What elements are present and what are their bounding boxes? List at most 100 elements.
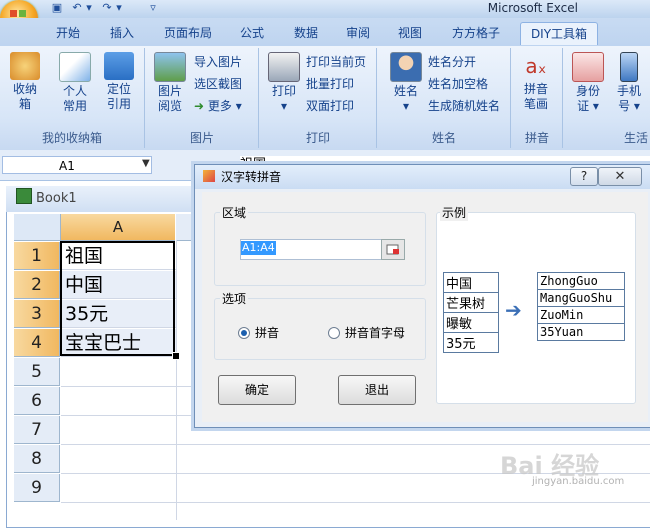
more-button[interactable]: ➜ 更多 ▾ bbox=[194, 96, 242, 116]
tab-formulas[interactable]: 公式 bbox=[232, 22, 272, 44]
range-value: A1:A4 bbox=[241, 241, 276, 255]
chevron-down-icon: ▾ bbox=[280, 99, 288, 113]
locate-reference-button[interactable]: 定位 引用 bbox=[98, 52, 140, 112]
printer-icon bbox=[268, 52, 300, 82]
duplex-print-button[interactable]: 双面打印 bbox=[306, 96, 354, 116]
save-icon[interactable]: ▣ bbox=[50, 1, 64, 15]
picture-view-button[interactable]: 图片 阅览 bbox=[150, 52, 190, 114]
excel-workbook-icon bbox=[16, 188, 32, 204]
random-name-button[interactable]: 生成随机姓名 bbox=[428, 96, 500, 116]
range-picker-icon bbox=[386, 244, 399, 255]
person-icon bbox=[390, 52, 422, 82]
example-label: 示例 bbox=[440, 204, 469, 221]
example-input-cell: 曝敏 bbox=[443, 312, 499, 333]
column-header-a[interactable]: A bbox=[61, 214, 175, 241]
id-card-icon bbox=[572, 52, 604, 82]
tab-view[interactable]: 视图 bbox=[390, 22, 430, 44]
redo-dropdown-icon[interactable]: ▾ bbox=[112, 1, 126, 15]
arrow-right-icon: ➜ bbox=[194, 99, 205, 113]
example-output-cell: ZhongGuo bbox=[537, 272, 625, 290]
grid-line bbox=[61, 444, 650, 445]
example-input-cell: 中国 bbox=[443, 272, 499, 293]
exit-button[interactable]: 退出 bbox=[338, 375, 416, 405]
undo-dropdown-icon[interactable]: ▾ bbox=[82, 1, 96, 15]
range-select-button[interactable] bbox=[381, 239, 405, 260]
dialog-app-icon bbox=[203, 170, 215, 182]
id-card-button[interactable]: 身份 证 ▾ bbox=[568, 52, 608, 114]
example-output-cell: MangGuoShu bbox=[537, 289, 625, 307]
tab-page-layout[interactable]: 页面布局 bbox=[156, 22, 220, 44]
name-box-dropdown-icon[interactable]: ▼ bbox=[142, 158, 150, 169]
radio-initials[interactable] bbox=[328, 327, 340, 339]
name-button[interactable]: 姓名 ▾ bbox=[386, 52, 426, 114]
row-header[interactable]: 8 bbox=[14, 445, 60, 473]
help-button[interactable]: ? bbox=[570, 167, 598, 186]
example-input-table: 中国 芒果树 曝敏 35元 bbox=[443, 272, 499, 353]
radio-pinyin[interactable] bbox=[238, 327, 250, 339]
example-output-table: ZhongGuo MangGuoShu ZuoMin 35Yuan bbox=[537, 272, 625, 341]
row-header[interactable]: 4 bbox=[14, 329, 60, 357]
storage-button[interactable]: 收纳 箱 bbox=[4, 52, 46, 112]
example-input-cell: 芒果树 bbox=[443, 292, 499, 313]
fill-handle[interactable] bbox=[172, 352, 180, 360]
example-output-cell: 35Yuan bbox=[537, 323, 625, 341]
phone-number-button[interactable]: 手机 号 ▾ bbox=[610, 52, 648, 114]
storage-box-icon bbox=[10, 52, 40, 80]
dialog-title: 汉字转拼音 bbox=[221, 170, 282, 184]
workbook-title-bar: Book1 bbox=[6, 186, 196, 212]
pinyin-icon: aₓ bbox=[525, 54, 547, 78]
print-button[interactable]: 打印 ▾ bbox=[264, 52, 304, 114]
tab-home[interactable]: 开始 bbox=[48, 22, 88, 44]
group-label-print: 打印 bbox=[305, 131, 330, 145]
print-current-page-button[interactable]: 打印当前页 bbox=[306, 52, 366, 72]
close-icon[interactable]: ✕ bbox=[598, 167, 642, 186]
ok-button[interactable]: 确定 bbox=[218, 375, 296, 405]
row-header[interactable]: 5 bbox=[14, 358, 60, 386]
pinyin-stroke-button[interactable]: aₓ 拼音 笔画 bbox=[514, 52, 558, 112]
example-output-cell: ZuoMin bbox=[537, 306, 625, 324]
radio-initials-label: 拼音首字母 bbox=[345, 326, 406, 340]
customize-qat-icon[interactable]: ▿ bbox=[146, 1, 160, 15]
screenshot-button[interactable]: 选区截图 bbox=[194, 74, 242, 94]
tab-fangfang[interactable]: 方方格子 bbox=[444, 22, 508, 44]
tab-diy-toolbox[interactable]: DIY工具箱 bbox=[520, 22, 598, 45]
chevron-down-icon: ▾ bbox=[235, 99, 242, 113]
grid-line bbox=[176, 240, 177, 520]
split-name-button[interactable]: 姓名分开 bbox=[428, 52, 476, 72]
row-header[interactable]: 3 bbox=[14, 300, 60, 328]
range-label: 区域 bbox=[220, 204, 249, 221]
personal-common-button[interactable]: 个人 常用 bbox=[54, 52, 96, 114]
row-header[interactable]: 2 bbox=[14, 271, 60, 299]
tab-insert[interactable]: 插入 bbox=[100, 22, 144, 44]
picture-icon bbox=[154, 52, 186, 82]
group-label-pinyin: 拼音 bbox=[524, 131, 549, 145]
example-input-cell: 35元 bbox=[443, 332, 499, 353]
tab-review[interactable]: 审阅 bbox=[338, 22, 378, 44]
row-header[interactable]: 6 bbox=[14, 387, 60, 415]
app-title: Microsoft Excel bbox=[487, 1, 578, 15]
group-label-storage: 我的收纳箱 bbox=[41, 131, 102, 145]
selection-border bbox=[60, 241, 175, 356]
watermark-url: jingyan.baidu.com bbox=[532, 476, 625, 487]
mobile-phone-icon bbox=[620, 52, 638, 82]
options-label: 选项 bbox=[220, 290, 249, 307]
radio-pinyin-label: 拼音 bbox=[255, 326, 280, 340]
select-all-corner[interactable] bbox=[14, 214, 61, 241]
workbook-title: Book1 bbox=[36, 191, 77, 206]
batch-print-button[interactable]: 批量打印 bbox=[306, 74, 354, 94]
group-label-picture: 图片 bbox=[189, 131, 214, 145]
chevron-down-icon: ▾ bbox=[402, 99, 410, 113]
name-box[interactable]: A1 bbox=[2, 156, 152, 174]
import-picture-button[interactable]: 导入图片 bbox=[194, 52, 242, 72]
personal-doc-icon bbox=[59, 52, 91, 82]
group-label-life: 生活 bbox=[623, 131, 648, 145]
row-header[interactable]: 1 bbox=[14, 242, 60, 270]
group-label-name: 姓名 bbox=[431, 131, 456, 145]
arrow-right-icon: ➔ bbox=[505, 298, 522, 322]
name-add-space-button[interactable]: 姓名加空格 bbox=[428, 74, 488, 94]
row-header[interactable]: 7 bbox=[14, 416, 60, 444]
locate-icon bbox=[104, 52, 134, 80]
grid-line bbox=[61, 502, 650, 503]
row-header[interactable]: 9 bbox=[14, 474, 60, 502]
tab-data[interactable]: 数据 bbox=[286, 22, 326, 44]
